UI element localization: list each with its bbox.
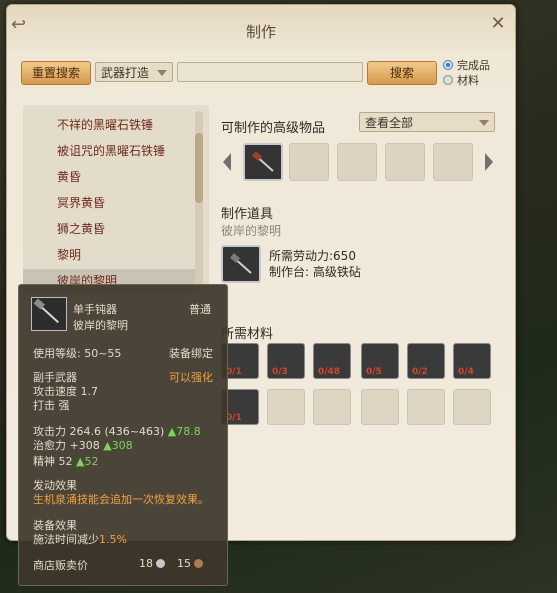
attack-up: ▲78.8 [167,425,201,438]
advanced-items-title: 可制作的高级物品 [221,121,326,136]
labor-requirement: 所需劳动力:650 [269,249,356,263]
search-button[interactable]: 搜索 [367,61,437,85]
equip-desc-value: 1.5% [99,533,127,546]
title-bar[interactable]: ↩ 制作 ✕ [7,5,515,51]
chevron-down-icon [157,70,167,76]
radio-material-label: 材料 [457,74,479,87]
advanced-filter-value: 查看全部 [365,116,414,130]
item-level: 使用等级: 50~55 [33,347,122,360]
material-count: 0/2 [412,367,428,377]
search-input[interactable] [177,62,363,82]
radio-on-icon [443,60,453,70]
list-item[interactable]: 黄昏 [23,165,199,189]
item-icon [31,297,67,331]
material-slot-empty [267,389,305,425]
category-select[interactable]: 武器打造 [95,62,173,82]
radio-complete-label: 完成品 [457,59,490,72]
item-spirit: 精神 52 ▲52 [33,453,98,469]
material-slot[interactable]: 0/48 [313,343,351,379]
window-title: 制作 [245,23,276,41]
material-count: 0/3 [272,367,288,377]
craft-tool-name: 彼岸的黎明 [221,224,282,238]
silver-coin-icon [156,559,165,568]
close-icon[interactable]: ✕ [489,15,507,33]
craft-tool-title: 制作道具 [221,207,274,222]
copper-coin-icon [194,559,203,568]
material-slot[interactable]: 0/2 [407,343,445,379]
equip-desc-prefix: 施法时间减少 [33,533,99,546]
material-slot-empty [313,389,351,425]
list-scroll-thumb[interactable] [195,133,203,203]
list-item[interactable]: 不祥的黑曜石铁锤 [23,113,199,137]
item-hit: 打击 强 [33,399,70,412]
material-slot[interactable]: 0/3 [267,343,305,379]
item-type: 单手钝器 [73,303,117,316]
advanced-slot[interactable] [385,143,425,181]
list-item[interactable]: 黎明 [23,243,199,267]
item-tooltip: 单手钝器 普通 彼岸的黎明 使用等级: 50~55 装备绑定 副手武器 可以强化… [18,284,228,586]
radio-complete[interactable]: 完成品 [443,57,490,73]
material-count: 0/5 [366,367,382,377]
materials-title: 所需材料 [221,327,274,342]
carousel-prev-icon[interactable] [223,153,231,171]
chevron-down-icon [479,120,489,126]
material-slot[interactable]: 0/5 [361,343,399,379]
material-count: 0/1 [226,413,242,423]
advanced-filter-select[interactable]: 查看全部 [359,112,495,132]
material-slot[interactable]: 0/4 [453,343,491,379]
spirit-value: 精神 52 [33,455,73,468]
material-slot-empty [453,389,491,425]
advanced-slot[interactable] [243,143,283,181]
price-copper-value: 15 [177,557,191,570]
proc-desc: 生机泉涌技能会追加一次恢复效果。 [33,493,209,506]
heal-value: 治愈力 +308 [33,439,100,452]
mace-icon [230,253,252,274]
item-bind: 装备绑定 [169,347,213,360]
heal-up: ▲308 [103,439,133,452]
radio-material[interactable]: 材料 [443,72,479,88]
list-item[interactable]: 狮之黄昏 [23,217,199,241]
shop-label: 商店贩卖价 [33,559,88,572]
item-heal: 治愈力 +308 ▲308 [33,437,133,453]
material-count: 0/48 [318,367,341,377]
mace-icon [252,151,274,172]
craft-station: 制作台: 高级铁砧 [269,265,361,279]
material-slot-empty [407,389,445,425]
recipe-list: 不祥的黑曜石铁锤 被诅咒的黑曜石铁锤 黄昏 冥界黄昏 狮之黄昏 黎明 彼岸的黎明 [23,105,209,295]
material-count: 0/1 [226,367,242,377]
item-name: 彼岸的黎明 [73,319,128,332]
radio-off-icon [443,75,453,85]
list-item[interactable]: 冥界黄昏 [23,191,199,215]
item-enhance: 可以强化 [169,371,213,384]
advanced-slot[interactable] [433,143,473,181]
price-silver-value: 18 [139,557,153,570]
advanced-slot[interactable] [337,143,377,181]
item-grade: 普通 [189,303,211,316]
list-item[interactable]: 被诅咒的黑曜石铁锤 [23,139,199,163]
advanced-slot[interactable] [289,143,329,181]
price-silver: 18 [139,557,165,570]
reset-search-button[interactable]: 重置搜索 [21,61,91,85]
price-copper: 15 [177,557,203,570]
category-select-value: 武器打造 [101,66,150,80]
mace-icon [33,298,59,324]
carousel-next-icon[interactable] [485,153,493,171]
spirit-up: ▲52 [76,455,99,468]
material-slot-empty [361,389,399,425]
material-count: 0/4 [458,367,474,377]
equip-desc: 施法时间减少1.5% [33,531,127,547]
craft-tool-slot[interactable] [221,245,261,283]
